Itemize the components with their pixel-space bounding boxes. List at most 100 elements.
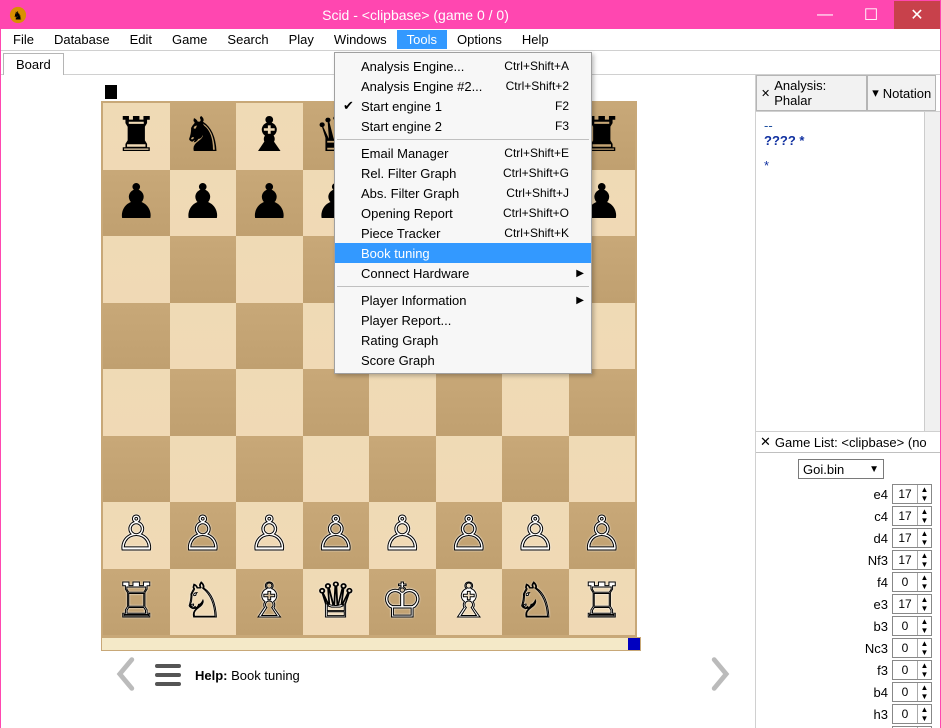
minimize-button[interactable]: — (802, 1, 848, 29)
spin-up-icon[interactable]: ▲ (918, 485, 931, 494)
square[interactable] (170, 303, 237, 370)
close-button[interactable]: ✕ (894, 1, 940, 29)
piece[interactable]: ♝ (248, 112, 291, 160)
tools-item[interactable]: Score Graph (335, 350, 591, 370)
menu-game[interactable]: Game (162, 30, 217, 49)
close-icon[interactable]: ✕ (761, 87, 770, 100)
tab-board[interactable]: Board (3, 53, 64, 75)
square[interactable]: ♗ (236, 569, 303, 636)
square[interactable]: ♙ (236, 502, 303, 569)
square[interactable]: ♙ (436, 502, 503, 569)
square[interactable]: ♕ (303, 569, 370, 636)
book-value-spinner[interactable]: ▲▼ (892, 704, 932, 724)
book-value-spinner[interactable]: ▲▼ (892, 484, 932, 504)
square[interactable]: ♙ (369, 502, 436, 569)
menu-database[interactable]: Database (44, 30, 120, 49)
square[interactable]: ♖ (103, 569, 170, 636)
tools-item[interactable]: Piece TrackerCtrl+Shift+K (335, 223, 591, 243)
piece[interactable]: ♙ (314, 511, 357, 559)
square[interactable] (103, 369, 170, 436)
piece[interactable]: ♜ (115, 112, 158, 160)
square[interactable]: ♘ (170, 569, 237, 636)
tools-item[interactable]: Book tuning (335, 243, 591, 263)
square[interactable] (170, 236, 237, 303)
tab-analysis[interactable]: ✕ Analysis: Phalar (756, 75, 867, 111)
menu-file[interactable]: File (3, 30, 44, 49)
book-value-spinner[interactable]: ▲▼ (892, 528, 932, 548)
tools-item[interactable]: Player Report... (335, 310, 591, 330)
tools-item[interactable]: Opening ReportCtrl+Shift+O (335, 203, 591, 223)
square[interactable] (103, 436, 170, 503)
square[interactable] (569, 436, 636, 503)
square[interactable]: ♙ (103, 502, 170, 569)
tools-item[interactable]: Abs. Filter GraphCtrl+Shift+J (335, 183, 591, 203)
spin-down-icon[interactable]: ▼ (918, 648, 931, 657)
piece[interactable]: ♙ (381, 511, 424, 559)
tools-item[interactable]: Analysis Engine...Ctrl+Shift+A (335, 56, 591, 76)
piece[interactable]: ♟ (181, 179, 224, 227)
tools-item[interactable]: ✔Start engine 1F2 (335, 96, 591, 116)
square[interactable] (236, 236, 303, 303)
spin-down-icon[interactable]: ▼ (918, 692, 931, 701)
square[interactable]: ♙ (303, 502, 370, 569)
scrollbar[interactable] (924, 112, 940, 431)
spin-up-icon[interactable]: ▲ (918, 639, 931, 648)
square[interactable] (502, 436, 569, 503)
book-value-spinner[interactable]: ▲▼ (892, 638, 932, 658)
tools-item[interactable]: Start engine 2F3 (335, 116, 591, 136)
book-value-spinner[interactable]: ▲▼ (892, 616, 932, 636)
book-value-input[interactable] (893, 683, 917, 701)
square[interactable]: ♙ (502, 502, 569, 569)
book-value-input[interactable] (893, 551, 917, 569)
piece[interactable]: ♟ (248, 179, 291, 227)
spin-up-icon[interactable]: ▲ (918, 683, 931, 692)
maximize-button[interactable]: ☐ (848, 1, 894, 29)
menu-search[interactable]: Search (217, 30, 278, 49)
menu-windows[interactable]: Windows (324, 30, 397, 49)
piece[interactable]: ♙ (115, 511, 158, 559)
book-value-input[interactable] (893, 595, 917, 613)
spin-up-icon[interactable]: ▲ (918, 617, 931, 626)
piece[interactable]: ♗ (248, 578, 291, 626)
close-icon[interactable]: ✕ (760, 434, 771, 450)
piece[interactable]: ♕ (314, 578, 357, 626)
square[interactable]: ♙ (569, 502, 636, 569)
spin-up-icon[interactable]: ▲ (918, 529, 931, 538)
tab-notation[interactable]: ▾ Notation (867, 75, 936, 111)
square[interactable]: ♟ (236, 170, 303, 237)
square[interactable] (236, 303, 303, 370)
square[interactable] (436, 436, 503, 503)
spin-down-icon[interactable]: ▼ (918, 494, 931, 503)
book-value-input[interactable] (893, 617, 917, 635)
square[interactable]: ♟ (170, 170, 237, 237)
square[interactable] (103, 236, 170, 303)
book-value-spinner[interactable]: ▲▼ (892, 594, 932, 614)
square[interactable]: ♖ (569, 569, 636, 636)
piece[interactable]: ♘ (514, 578, 557, 626)
book-value-input[interactable] (893, 485, 917, 503)
square[interactable]: ♝ (236, 103, 303, 170)
spin-down-icon[interactable]: ▼ (918, 538, 931, 547)
piece[interactable]: ♔ (381, 578, 424, 626)
square[interactable] (170, 436, 237, 503)
square[interactable] (103, 303, 170, 370)
spin-down-icon[interactable]: ▼ (918, 582, 931, 591)
menu-icon[interactable] (155, 664, 181, 686)
spin-down-icon[interactable]: ▼ (918, 560, 931, 569)
piece[interactable]: ♙ (514, 511, 557, 559)
tools-item[interactable]: Player Information▶ (335, 290, 591, 310)
book-value-spinner[interactable]: ▲▼ (892, 660, 932, 680)
spin-up-icon[interactable]: ▲ (918, 661, 931, 670)
square[interactable] (303, 369, 370, 436)
square[interactable]: ♘ (502, 569, 569, 636)
square[interactable] (236, 369, 303, 436)
tools-item[interactable]: Analysis Engine #2...Ctrl+Shift+2 (335, 76, 591, 96)
book-value-spinner[interactable]: ▲▼ (892, 682, 932, 702)
square[interactable] (569, 369, 636, 436)
square[interactable]: ♗ (436, 569, 503, 636)
square[interactable]: ♞ (170, 103, 237, 170)
piece[interactable]: ♖ (115, 578, 158, 626)
piece[interactable]: ♙ (248, 511, 291, 559)
menu-play[interactable]: Play (279, 30, 324, 49)
square[interactable]: ♔ (369, 569, 436, 636)
